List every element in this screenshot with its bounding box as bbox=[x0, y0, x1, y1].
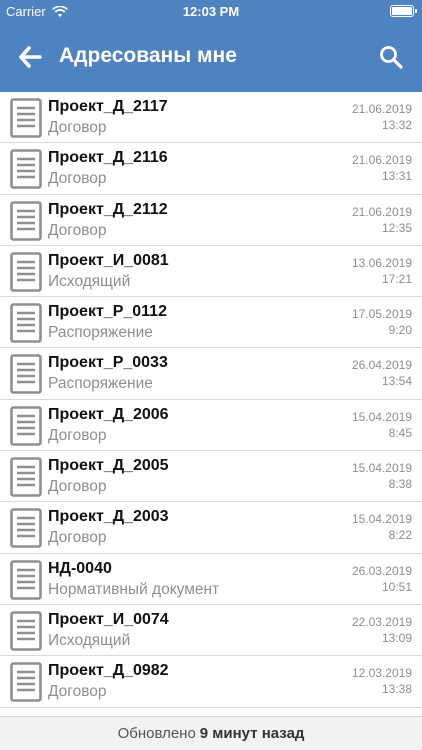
document-icon bbox=[10, 508, 42, 549]
list-item[interactable]: НД-0040 Нормативный документ 26.03.2019 … bbox=[0, 554, 422, 605]
app-header: Carrier 12:03 PM Адресованы мне bbox=[0, 0, 422, 92]
item-date: 26.03.2019 bbox=[351, 563, 412, 578]
item-title: Проект_Р_0112 bbox=[48, 303, 167, 321]
back-button[interactable] bbox=[18, 45, 44, 69]
item-time: 13:32 bbox=[381, 118, 412, 132]
footer-ago: 9 минут назад bbox=[199, 725, 305, 742]
list-item[interactable]: Проект_Д_2116 Договор 21.06.2019 13:31 bbox=[0, 143, 422, 195]
item-type: Договор bbox=[48, 683, 107, 701]
item-type: Договор bbox=[48, 119, 107, 136]
status-bar: Carrier 12:03 PM bbox=[0, 0, 422, 22]
page-title: Адресованы мне bbox=[59, 44, 237, 67]
item-title: Проект_Д_2116 bbox=[48, 149, 168, 167]
document-icon bbox=[10, 303, 42, 343]
item-date: 15.04.2019 bbox=[351, 409, 412, 424]
item-time: 10:51 bbox=[381, 579, 412, 594]
update-footer: Обновлено 9 минут назад bbox=[0, 716, 422, 750]
item-title: Проект_Д_2003 bbox=[48, 508, 169, 526]
item-type: Договор bbox=[48, 478, 107, 496]
list-item[interactable]: Проект_Д_2003 Договор 15.04.2019 8:22 bbox=[0, 502, 422, 554]
item-title: Проект_Д_2006 bbox=[48, 405, 169, 423]
item-time: 9:20 bbox=[388, 323, 412, 338]
item-title: Проект_Р_0033 bbox=[48, 354, 168, 372]
document-icon bbox=[10, 252, 42, 292]
document-icon bbox=[10, 559, 42, 600]
item-date: 15.04.2019 bbox=[351, 512, 412, 527]
document-icon bbox=[10, 98, 42, 138]
item-type: Распоряжение bbox=[48, 324, 153, 342]
nav-bar: Адресованы мне bbox=[0, 22, 422, 92]
search-button[interactable] bbox=[378, 44, 404, 70]
item-date: 12.03.2019 bbox=[351, 666, 412, 681]
status-time: 12:03 PM bbox=[182, 4, 240, 19]
item-time: 13:31 bbox=[381, 169, 412, 184]
item-type: Исходящий bbox=[48, 272, 131, 290]
item-time: 12:35 bbox=[381, 220, 412, 235]
item-date: 22.03.2019 bbox=[351, 614, 412, 629]
item-date: 15.04.2019 bbox=[351, 461, 412, 476]
document-icon bbox=[10, 457, 42, 497]
item-time: 13:38 bbox=[381, 682, 412, 697]
item-title: Проект_И_0081 bbox=[48, 251, 169, 269]
list-item[interactable]: Проект_Д_2112 Договор 21.06.2019 12:35 bbox=[0, 195, 422, 246]
item-date: 21.06.2019 bbox=[351, 204, 412, 219]
item-date: 13.06.2019 bbox=[351, 255, 412, 270]
item-type: Исходящий bbox=[48, 631, 131, 649]
document-icon bbox=[10, 200, 42, 241]
item-date: 21.06.2019 bbox=[351, 102, 412, 116]
item-type: Распоряжение bbox=[48, 375, 153, 393]
item-title: Проект_Д_2112 bbox=[48, 200, 168, 218]
document-list: Проект_Д_2117 Договор 21.06.2019 13:32 П… bbox=[0, 92, 422, 708]
item-title: Проект_И_0074 bbox=[48, 610, 169, 628]
footer-prefix: Обновлено bbox=[117, 725, 196, 742]
list-item[interactable]: Проект_И_0074 Исходящий 22.03.2019 13:09 bbox=[0, 605, 422, 657]
list-item[interactable]: Проект_Д_0982 Договор 12.03.2019 13:38 bbox=[0, 656, 422, 708]
item-title: Проект_Д_2005 bbox=[48, 457, 169, 475]
document-icon bbox=[10, 354, 42, 395]
item-time: 13:09 bbox=[381, 630, 412, 645]
item-type: Договор bbox=[48, 221, 107, 239]
back-arrow-icon bbox=[19, 46, 42, 68]
item-date: 17.05.2019 bbox=[351, 307, 412, 322]
search-icon bbox=[380, 46, 403, 69]
list-item[interactable]: Проект_Р_0033 Распоряжение 26.04.2019 13… bbox=[0, 348, 422, 400]
list-item[interactable]: Проект_Д_2117 Договор 21.06.2019 13:32 bbox=[0, 92, 422, 144]
item-date: 26.04.2019 bbox=[351, 358, 412, 373]
document-icon bbox=[10, 405, 42, 446]
item-type: Договор bbox=[48, 170, 107, 188]
item-time: 17:21 bbox=[381, 271, 412, 286]
list-item[interactable]: Проект_Д_2005 Договор 15.04.2019 8:38 bbox=[0, 451, 422, 503]
battery-icon bbox=[390, 5, 417, 17]
item-date: 21.06.2019 bbox=[351, 153, 412, 168]
item-type: Нормативный документ bbox=[48, 580, 220, 598]
item-time: 8:22 bbox=[388, 528, 412, 543]
list-item[interactable]: Проект_И_0081 Исходящий 13.06.2019 17:21 bbox=[0, 246, 422, 298]
item-time: 8:38 bbox=[388, 477, 412, 492]
item-time: 13:54 bbox=[381, 374, 412, 389]
item-type: Договор bbox=[48, 529, 107, 547]
item-title: НД-0040 bbox=[48, 559, 112, 577]
document-icon bbox=[10, 611, 42, 651]
document-icon bbox=[10, 662, 42, 703]
list-item[interactable]: Проект_Р_0112 Распоряжение 17.05.2019 9:… bbox=[0, 297, 422, 349]
document-icon bbox=[10, 149, 42, 190]
item-time: 8:45 bbox=[388, 425, 412, 440]
item-type: Договор bbox=[48, 426, 107, 444]
item-title: Проект_Д_0982 bbox=[48, 662, 169, 680]
list-item[interactable]: Проект_Д_2006 Договор 15.04.2019 8:45 bbox=[0, 400, 422, 452]
item-title: Проект_Д_2117 bbox=[48, 98, 168, 115]
